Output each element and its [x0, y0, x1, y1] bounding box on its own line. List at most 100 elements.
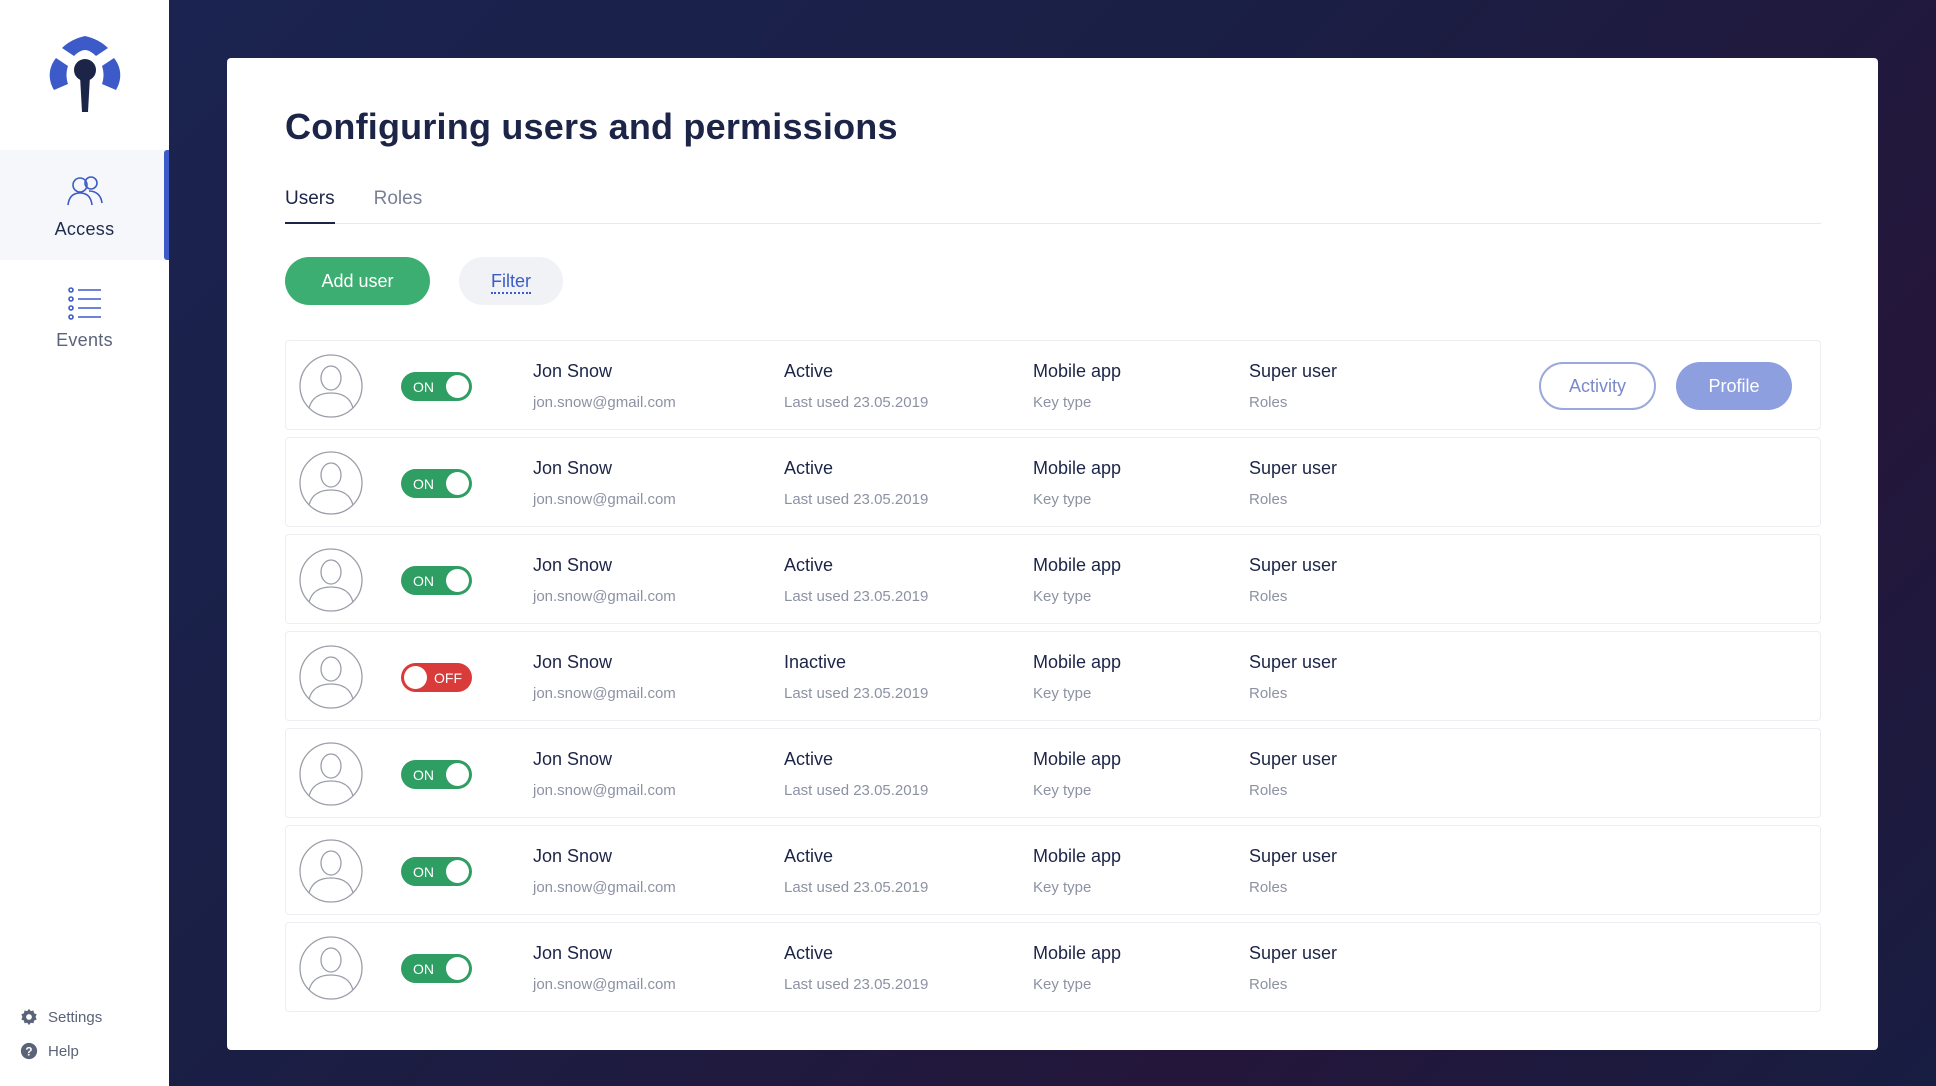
user-row[interactable]: ON Jon Snow jon.snow@gmail.com Active La…	[285, 340, 1821, 430]
activity-button[interactable]: Activity	[1539, 362, 1656, 410]
user-name-cell: Jon Snow jon.snow@gmail.com	[533, 846, 676, 896]
toggle-knob	[446, 860, 469, 883]
sidebar: Access Events Settings ? Help	[0, 0, 169, 1086]
user-name: Jon Snow	[533, 943, 613, 963]
user-email: jon.snow@gmail.com	[533, 394, 676, 411]
key-type-value: Mobile app	[1033, 846, 1122, 866]
main-card: Configuring users and permissions Users …	[227, 58, 1878, 1050]
key-type-value: Mobile app	[1033, 749, 1122, 769]
user-status-cell: Inactive Last used 23.05.2019	[784, 652, 928, 702]
toggle-label: ON	[413, 573, 434, 589]
key-type-value: Mobile app	[1033, 943, 1122, 963]
key-type-cell: Mobile app Key type	[1033, 943, 1121, 993]
role-value: Super user	[1249, 652, 1338, 672]
tab-roles[interactable]: Roles	[374, 188, 423, 224]
last-used: Last used 23.05.2019	[784, 976, 929, 993]
user-status: Active	[784, 458, 834, 478]
key-type-label: Key type	[1033, 782, 1092, 799]
user-row[interactable]: ON Jon Snow jon.snow@gmail.com Active La…	[285, 437, 1821, 527]
profile-button[interactable]: Profile	[1676, 362, 1792, 410]
toggle-label: ON	[413, 476, 434, 492]
status-toggle[interactable]: ON	[401, 760, 472, 789]
user-name: Jon Snow	[533, 555, 613, 575]
role-label: Roles	[1249, 491, 1288, 508]
role-cell: Super user Roles	[1249, 846, 1337, 896]
settings-link[interactable]: Settings	[20, 1008, 102, 1026]
tab-users[interactable]: Users	[285, 188, 335, 224]
filter-label: Filter	[491, 270, 531, 294]
user-email: jon.snow@gmail.com	[533, 976, 676, 993]
key-type-cell: Mobile app Key type	[1033, 555, 1121, 605]
user-name-cell: Jon Snow jon.snow@gmail.com	[533, 361, 676, 411]
status-toggle[interactable]: ON	[401, 566, 472, 595]
user-row[interactable]: OFF Jon Snow jon.snow@gmail.com Inactive…	[285, 631, 1821, 721]
filter-button[interactable]: Filter	[459, 257, 563, 305]
nav-item-access[interactable]: Access	[0, 150, 169, 260]
logo-icon	[49, 36, 121, 112]
role-value: Super user	[1249, 555, 1338, 575]
page-title: Configuring users and permissions	[285, 106, 898, 147]
key-type-label: Key type	[1033, 976, 1092, 993]
nav-item-events[interactable]: Events	[0, 261, 169, 371]
add-user-button[interactable]: Add user	[285, 257, 430, 305]
role-cell: Super user Roles	[1249, 458, 1337, 508]
user-status-cell: Active Last used 23.05.2019	[784, 749, 928, 799]
help-icon: ?	[20, 1042, 38, 1060]
toggle-knob	[446, 957, 469, 980]
role-label: Roles	[1249, 394, 1288, 411]
user-status: Active	[784, 749, 834, 769]
user-status-cell: Active Last used 23.05.2019	[784, 555, 928, 605]
user-row[interactable]: ON Jon Snow jon.snow@gmail.com Active La…	[285, 825, 1821, 915]
last-used: Last used 23.05.2019	[784, 588, 929, 605]
user-list: ON Jon Snow jon.snow@gmail.com Active La…	[285, 340, 1821, 1019]
user-name-cell: Jon Snow jon.snow@gmail.com	[533, 652, 676, 702]
user-email: jon.snow@gmail.com	[533, 879, 676, 896]
status-toggle[interactable]: ON	[401, 954, 472, 983]
user-row[interactable]: ON Jon Snow jon.snow@gmail.com Active La…	[285, 922, 1821, 1012]
user-name: Jon Snow	[533, 846, 613, 866]
role-value: Super user	[1249, 749, 1338, 769]
key-type-value: Mobile app	[1033, 652, 1122, 672]
role-label: Roles	[1249, 685, 1288, 702]
user-status: Active	[784, 555, 834, 575]
user-status-cell: Active Last used 23.05.2019	[784, 458, 928, 508]
key-type-cell: Mobile app Key type	[1033, 458, 1121, 508]
avatar-icon	[299, 451, 363, 515]
toggle-knob	[446, 375, 469, 398]
status-toggle[interactable]: ON	[401, 469, 472, 498]
avatar-icon	[299, 936, 363, 1000]
user-status: Active	[784, 361, 834, 381]
role-cell: Super user Roles	[1249, 652, 1337, 702]
user-status-cell: Active Last used 23.05.2019	[784, 846, 928, 896]
key-type-value: Mobile app	[1033, 361, 1122, 381]
role-value: Super user	[1249, 361, 1338, 381]
help-label: Help	[48, 1042, 79, 1060]
user-name: Jon Snow	[533, 458, 613, 478]
key-type-label: Key type	[1033, 879, 1092, 896]
last-used: Last used 23.05.2019	[784, 394, 929, 411]
last-used: Last used 23.05.2019	[784, 782, 929, 799]
key-type-cell: Mobile app Key type	[1033, 749, 1121, 799]
user-row[interactable]: ON Jon Snow jon.snow@gmail.com Active La…	[285, 728, 1821, 818]
role-value: Super user	[1249, 846, 1338, 866]
avatar-icon	[299, 645, 363, 709]
svg-text:?: ?	[25, 1046, 32, 1059]
toggle-label: ON	[413, 864, 434, 880]
key-type-value: Mobile app	[1033, 555, 1122, 575]
nav-label-access: Access	[54, 218, 115, 239]
key-type-cell: Mobile app Key type	[1033, 361, 1121, 411]
status-toggle[interactable]: OFF	[401, 663, 472, 692]
key-type-label: Key type	[1033, 588, 1092, 605]
toggle-label: ON	[413, 961, 434, 977]
user-row[interactable]: ON Jon Snow jon.snow@gmail.com Active La…	[285, 534, 1821, 624]
key-type-label: Key type	[1033, 685, 1092, 702]
toggle-knob	[446, 569, 469, 592]
status-toggle[interactable]: ON	[401, 372, 472, 401]
list-icon	[67, 286, 101, 320]
role-value: Super user	[1249, 458, 1338, 478]
role-cell: Super user Roles	[1249, 749, 1337, 799]
key-type-cell: Mobile app Key type	[1033, 846, 1121, 896]
help-link[interactable]: ? Help	[20, 1042, 79, 1060]
status-toggle[interactable]: ON	[401, 857, 472, 886]
toggle-label: OFF	[434, 670, 462, 686]
